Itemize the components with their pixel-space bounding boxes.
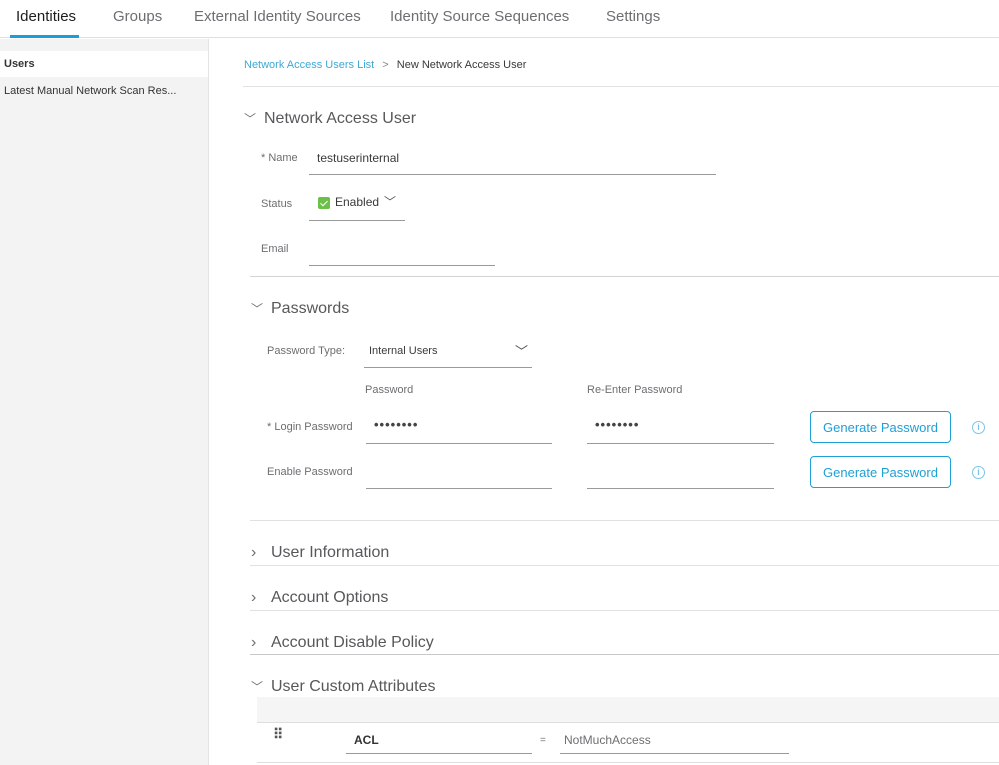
attribute-name-input[interactable]: ACL — [346, 731, 532, 754]
name-input[interactable]: testuserinternal — [309, 149, 716, 175]
attribute-value-input[interactable]: NotMuchAccess — [560, 731, 789, 754]
custom-attributes-table-header — [257, 697, 999, 723]
divider — [250, 520, 999, 521]
password-type-label: Password Type: — [267, 345, 346, 357]
top-tab-bar: Identities Groups External Identity Sour… — [0, 0, 999, 38]
info-icon[interactable]: i — [972, 421, 985, 434]
email-input[interactable] — [309, 240, 495, 266]
tab-groups[interactable]: Groups — [113, 8, 162, 25]
section-network-access-user-header[interactable]: ﹀ Network Access User — [244, 110, 416, 128]
enable-password-input[interactable] — [366, 461, 552, 489]
divider — [250, 610, 999, 611]
tab-identity-source-sequences[interactable]: Identity Source Sequences — [390, 8, 569, 25]
login-password-reenter-input[interactable]: •••••••• — [587, 416, 774, 444]
email-label: Email — [261, 243, 289, 255]
tab-external-identity-sources[interactable]: External Identity Sources — [194, 8, 361, 25]
info-icon[interactable]: i — [972, 466, 985, 479]
divider — [250, 565, 999, 566]
chevron-right-icon: › — [251, 544, 257, 561]
attribute-operator: = — [540, 735, 546, 746]
chevron-down-icon: ﹀ — [251, 302, 264, 316]
enable-password-reenter-input[interactable] — [587, 461, 774, 489]
attribute-name-value: ACL — [354, 733, 379, 747]
name-value: testuserinternal — [317, 151, 400, 165]
status-enabled-checkbox[interactable] — [318, 197, 330, 209]
status-label: Status — [261, 198, 293, 210]
section-title: Network Access User — [264, 110, 417, 127]
tab-identities[interactable]: Identities — [16, 8, 76, 25]
reenter-password-column-header: Re-Enter Password — [587, 384, 683, 396]
sidebar-item-users[interactable]: Users — [0, 51, 208, 77]
sidebar: Users Latest Manual Network Scan Res... — [0, 39, 209, 765]
login-password-input[interactable]: •••••••• — [366, 416, 552, 444]
chevron-down-icon: ﹀ — [384, 195, 397, 209]
breadcrumb-separator-icon: > — [382, 59, 389, 71]
attribute-value: NotMuchAccess — [564, 733, 651, 747]
status-value: Enabled — [335, 195, 380, 209]
section-passwords-header[interactable]: ﹀ Passwords — [251, 300, 349, 318]
chevron-down-icon: ﹀ — [244, 112, 257, 126]
section-title: User Custom Attributes — [271, 678, 436, 695]
status-dropdown[interactable]: Enabled ﹀ — [309, 193, 405, 221]
section-account-disable-policy-header[interactable]: › Account Disable Policy — [251, 634, 434, 652]
section-title: Passwords — [271, 300, 350, 317]
chevron-right-icon: › — [251, 589, 257, 606]
password-type-select[interactable]: Internal Users ﹀ — [364, 340, 532, 368]
breadcrumb-current: New Network Access User — [396, 59, 527, 71]
section-title: Account Disable Policy — [271, 634, 434, 651]
login-password-reenter-value: •••••••• — [595, 417, 640, 432]
name-label: * Name — [261, 152, 298, 164]
login-password-label: * Login Password — [267, 421, 353, 433]
enable-password-label: Enable Password — [267, 466, 353, 478]
chevron-down-icon: ﹀ — [514, 344, 528, 359]
breadcrumb: Network Access Users List > New Network … — [244, 59, 526, 71]
divider — [243, 86, 999, 87]
divider — [257, 762, 999, 763]
password-type-value: Internal Users — [369, 345, 438, 357]
divider — [250, 276, 999, 277]
section-account-options-header[interactable]: › Account Options — [251, 589, 388, 607]
login-password-value: •••••••• — [374, 417, 419, 432]
sidebar-item-latest-manual-network-scan[interactable]: Latest Manual Network Scan Res... — [0, 78, 208, 104]
section-user-information-header[interactable]: › User Information — [251, 544, 389, 562]
breadcrumb-link-users-list[interactable]: Network Access Users List — [244, 59, 374, 71]
drag-handle-icon[interactable]: ⠿ — [273, 727, 283, 741]
generate-enable-password-button[interactable]: Generate Password — [810, 456, 951, 488]
section-title: Account Options — [271, 589, 389, 606]
section-title: User Information — [271, 544, 390, 561]
tab-settings[interactable]: Settings — [606, 8, 660, 25]
section-user-custom-attributes-header[interactable]: ﹀ User Custom Attributes — [251, 678, 436, 696]
divider — [250, 654, 999, 655]
chevron-down-icon: ﹀ — [251, 680, 264, 694]
chevron-right-icon: › — [251, 634, 257, 651]
generate-login-password-button[interactable]: Generate Password — [810, 411, 951, 443]
active-tab-indicator — [10, 35, 79, 38]
password-column-header: Password — [365, 384, 414, 396]
